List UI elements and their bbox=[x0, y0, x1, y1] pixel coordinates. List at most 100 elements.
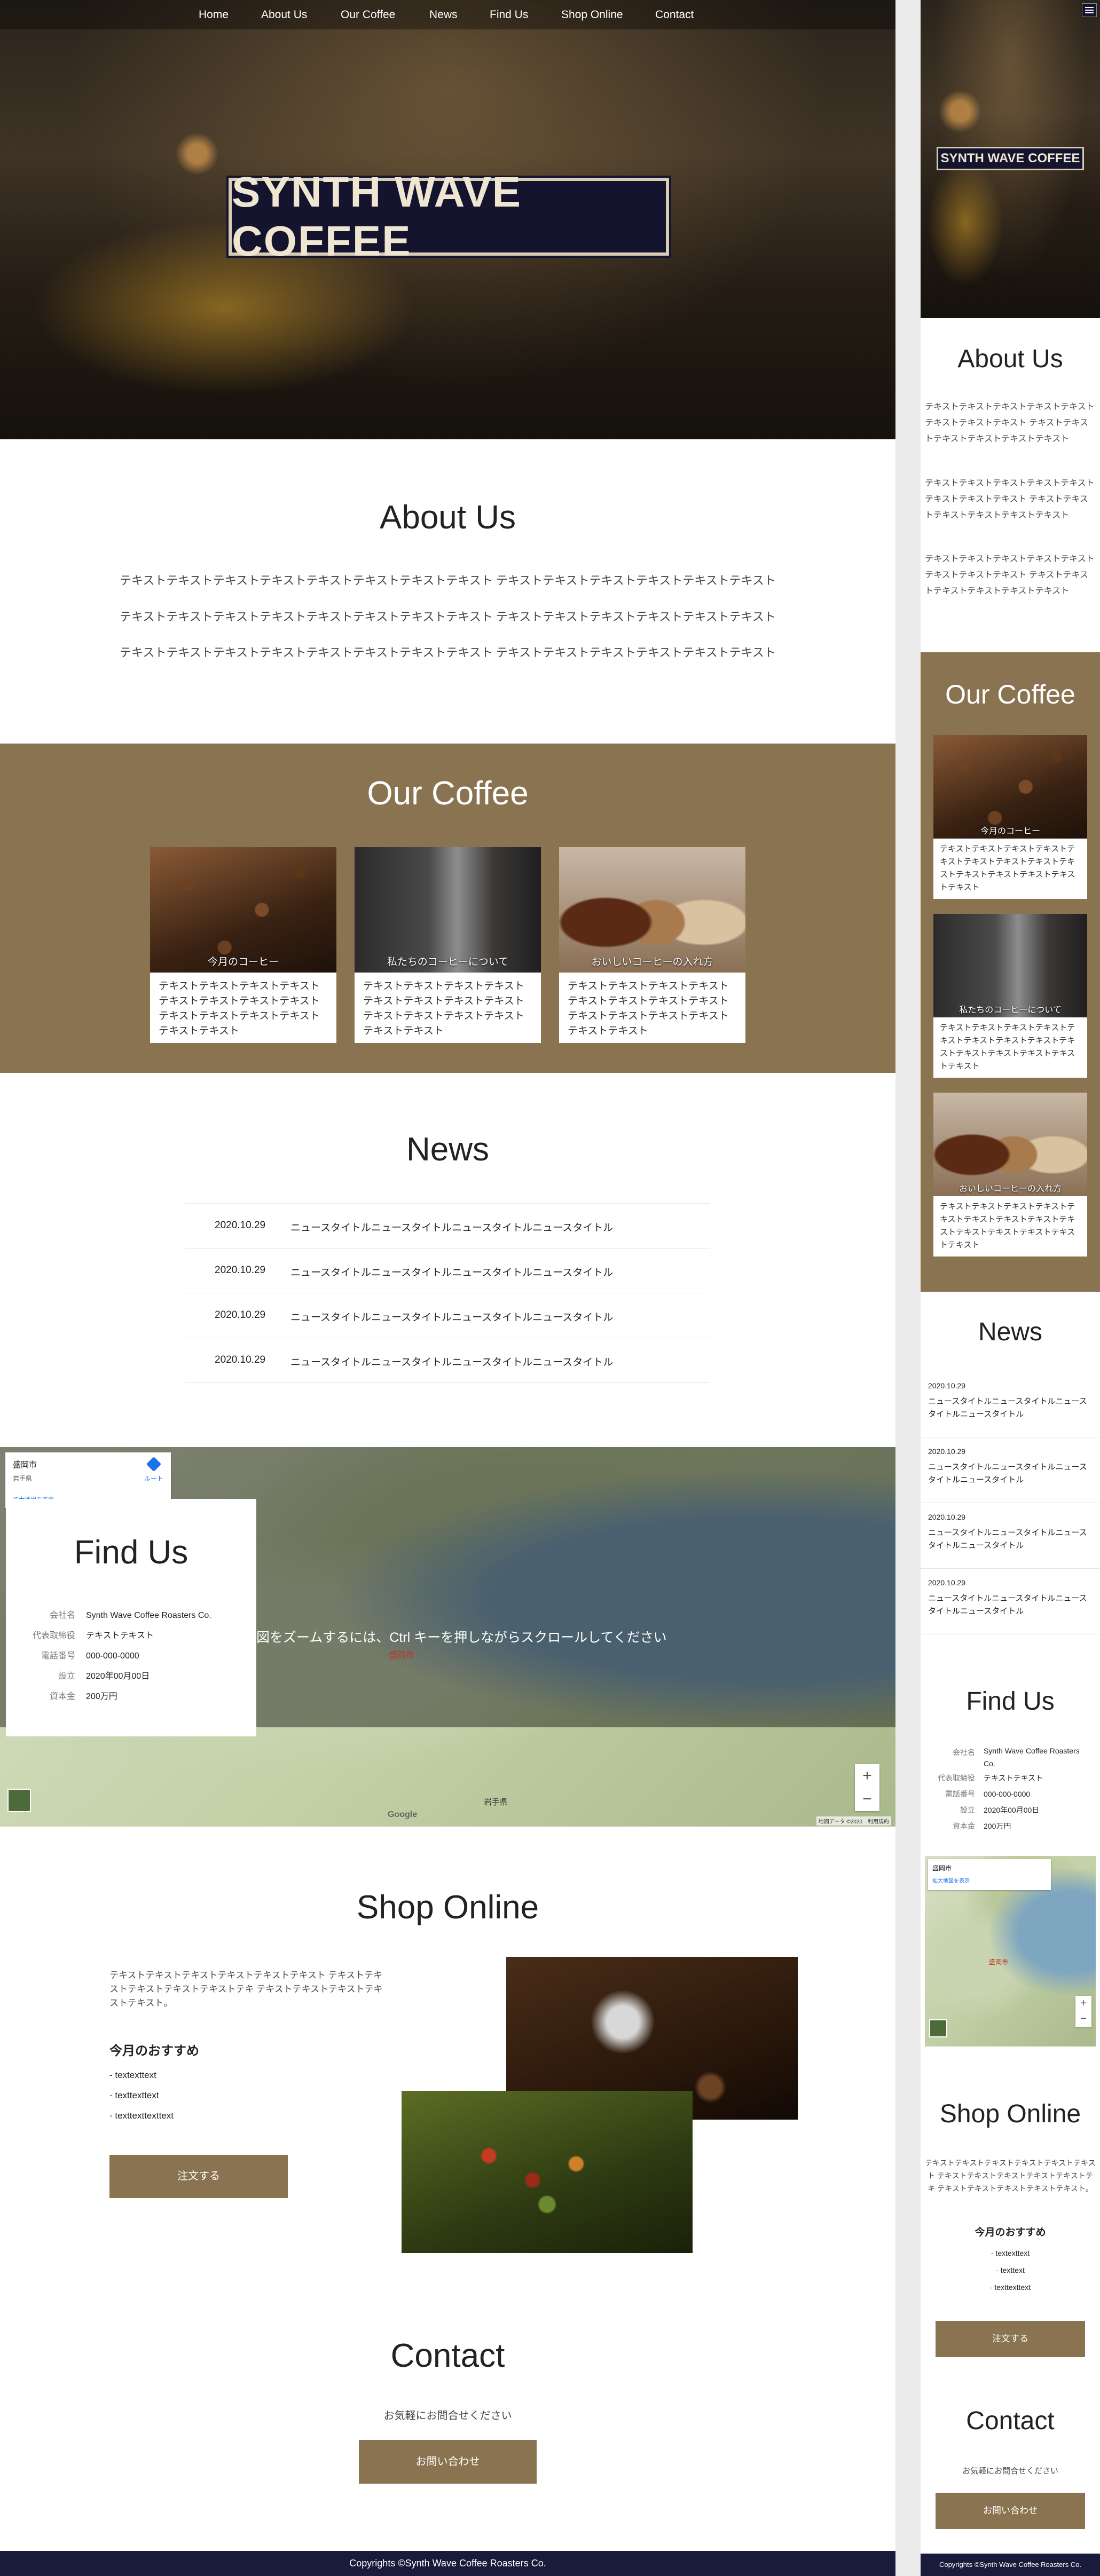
news-headline: ニュースタイトルニュースタイトルニュースタイトルニュースタイトル bbox=[290, 1312, 614, 1323]
coffee-card[interactable]: 私たちのコーヒーについて テキストテキストテキストテキストテキストテキストテキス… bbox=[933, 914, 1087, 1078]
recommend-title: 今月のおすすめ bbox=[975, 2227, 1046, 2238]
card-caption: 私たちのコーヒーについて bbox=[387, 957, 509, 968]
map-city-label: 盛岡市 bbox=[989, 1958, 1009, 1966]
contact-text: お気軽にお問合せください bbox=[962, 2467, 1058, 2476]
hamburger-icon[interactable] bbox=[1082, 3, 1097, 17]
copyright: Copyrights ©Synth Wave Coffee Roasters C… bbox=[349, 2558, 546, 2569]
news-list: 2020.10.29 ニュースタイトルニュースタイトルニュースタイトルニュースタ… bbox=[185, 1203, 710, 1383]
about-paragraph: テキストテキストテキストテキストテキストテキストテキストテキスト テキストテキス… bbox=[120, 574, 776, 587]
coffee-section: Our Coffee 今月のコーヒー テキストテキストテキストテキストテキストテ… bbox=[0, 744, 895, 1073]
hero-image: Home About Us Our Coffee News Find Us Sh… bbox=[0, 0, 895, 439]
news-item[interactable]: 2020.10.29 ニュースタイトルニュースタイトルニュースタイトルニュースタ… bbox=[185, 1204, 710, 1249]
map-route-link[interactable]: ルート bbox=[144, 1474, 163, 1483]
contact-title: Contact bbox=[966, 2407, 1055, 2435]
zoom-in-button[interactable]: + bbox=[855, 1764, 879, 1788]
map-satellite-toggle[interactable] bbox=[929, 2019, 947, 2037]
coffee-beans-photo: 今月のコーヒー bbox=[150, 847, 336, 973]
map-overlay-text: 地図をズームするには、Ctrl キーを押しながらスクロールしてください bbox=[243, 1630, 667, 1645]
footer: Copyrights ©Synth Wave Coffee Roasters C… bbox=[921, 2554, 1100, 2576]
info-label: 代表取締役 bbox=[32, 1631, 75, 1640]
news-item[interactable]: 2020.10.29 ニュースタイトルニュースタイトルニュースタイトルニュースタ… bbox=[921, 1569, 1100, 1634]
shop-title: Shop Online bbox=[939, 2100, 1081, 2128]
about-title: About Us bbox=[379, 499, 516, 536]
coffee-card[interactable]: 私たちのコーヒーについて テキストテキストテキストテキストテキストテキストテキス… bbox=[355, 847, 541, 1043]
nav-news[interactable]: News bbox=[429, 9, 458, 21]
order-button[interactable]: 注文する bbox=[109, 2155, 288, 2198]
news-headline: ニュースタイトルニュースタイトルニュースタイトルニュースタイトル bbox=[928, 1594, 1087, 1616]
mobile-view: SYNTH WAVE COFFEE About Us テキストテキストテキストテ… bbox=[921, 0, 1100, 2576]
nav-contact[interactable]: Contact bbox=[655, 9, 694, 21]
coffee-cups-photo: おいしいコーヒーの入れ方 bbox=[559, 847, 745, 973]
map-satellite-toggle[interactable] bbox=[7, 1789, 31, 1812]
zoom-out-button[interactable]: − bbox=[855, 1788, 879, 1811]
recommend-item: - texttext bbox=[996, 2266, 1025, 2274]
recommend-item: - texttexttexttext bbox=[109, 2111, 174, 2121]
nav-shop[interactable]: Shop Online bbox=[561, 9, 623, 21]
info-label: 設立 bbox=[960, 1806, 975, 1814]
coffee-title: Our Coffee bbox=[945, 679, 1075, 709]
contact-text: お気軽にお問合せください bbox=[383, 2410, 512, 2422]
about-title: About Us bbox=[957, 345, 1063, 373]
zoom-out-button[interactable]: − bbox=[1075, 2011, 1091, 2027]
order-button[interactable]: 注文する bbox=[936, 2321, 1085, 2357]
map-place-sub: 岩手県 bbox=[13, 1475, 33, 1482]
nav-home[interactable]: Home bbox=[199, 9, 229, 21]
card-text: テキストテキストテキストテキストテキストテキストテキストテキストテキストテキスト… bbox=[568, 981, 729, 1037]
hero-sign: SYNTH WAVE COFFEE bbox=[937, 147, 1084, 170]
info-value: テキストテキスト bbox=[984, 1774, 1043, 1782]
contact-button[interactable]: お問い合わせ bbox=[359, 2440, 537, 2484]
info-value: 200万円 bbox=[86, 1692, 117, 1701]
news-headline: ニュースタイトルニュースタイトルニュースタイトルニュースタイトル bbox=[928, 1528, 1087, 1550]
shop-text: テキストテキストテキストテキストテキストテキスト テキストテキストテキストテキス… bbox=[925, 2159, 1096, 2193]
info-value: Synth Wave Coffee Roasters Co. bbox=[984, 1747, 1080, 1768]
zoom-control: + − bbox=[855, 1764, 879, 1811]
news-date: 2020.10.29 bbox=[928, 1578, 966, 1587]
shop-title: Shop Online bbox=[356, 1889, 539, 1926]
coffee-card[interactable]: おいしいコーヒーの入れ方 テキストテキストテキストテキストテキストテキストテキス… bbox=[559, 847, 745, 1043]
info-value: 000-000-0000 bbox=[984, 1790, 1031, 1798]
about-paragraph: テキストテキストテキストテキストテキストテキストテキストテキスト テキストテキス… bbox=[925, 479, 1095, 520]
recommend-title: 今月のおすすめ bbox=[109, 2044, 199, 2058]
news-date: 2020.10.29 bbox=[928, 1513, 966, 1521]
card-caption: 私たちのコーヒーについて bbox=[959, 1006, 1062, 1015]
news-date: 2020.10.29 bbox=[928, 1447, 966, 1456]
news-item[interactable]: 2020.10.29 ニュースタイトルニュースタイトルニュースタイトルニュースタ… bbox=[921, 1372, 1100, 1437]
news-headline: ニュースタイトルニュースタイトルニュースタイトルニュースタイトル bbox=[928, 1463, 1087, 1484]
map-place-card: 盛岡市 拡大地図を表示 bbox=[928, 1859, 1051, 1890]
news-date: 2020.10.29 bbox=[215, 1309, 266, 1321]
news-item[interactable]: 2020.10.29 ニュースタイトルニュースタイトルニュースタイトルニュースタ… bbox=[185, 1293, 710, 1338]
findus-title: Find Us bbox=[74, 1534, 188, 1571]
desktop-view: Home About Us Our Coffee News Find Us Sh… bbox=[0, 0, 895, 2576]
info-value: 200万円 bbox=[984, 1822, 1011, 1830]
nav-findus[interactable]: Find Us bbox=[490, 9, 528, 21]
about-paragraph: テキストテキストテキストテキストテキストテキストテキストテキスト テキストテキス… bbox=[925, 555, 1095, 596]
news-item[interactable]: 2020.10.29 ニュースタイトルニュースタイトルニュースタイトルニュースタ… bbox=[921, 1503, 1100, 1569]
company-info: 会社名 Synth Wave Coffee Roasters Co. 代表取締役 テ… bbox=[19, 1606, 243, 1707]
nav-about[interactable]: About Us bbox=[261, 9, 307, 21]
info-label: 電話番号 bbox=[41, 1652, 75, 1661]
contact-button[interactable]: お問い合わせ bbox=[936, 2493, 1085, 2529]
coffee-section: Our Coffee 今月のコーヒー テキストテキストテキストテキストテキストテ… bbox=[921, 652, 1100, 1292]
coffee-card[interactable]: おいしいコーヒーの入れ方 テキストテキストテキストテキストテキストテキストテキス… bbox=[933, 1093, 1087, 1257]
card-caption: 今月のコーヒー bbox=[207, 957, 279, 968]
news-item[interactable]: 2020.10.29 ニュースタイトルニュースタイトルニュースタイトルニュースタ… bbox=[185, 1338, 710, 1383]
map-enlarge-link[interactable]: 拡大地図を表示 bbox=[932, 1876, 970, 1884]
info-value: 2020年00月00日 bbox=[984, 1806, 1040, 1814]
info-label: 会社名 bbox=[953, 1748, 975, 1757]
hero-title: SYNTH WAVE COFFEE bbox=[232, 168, 522, 265]
barista-photo: 私たちのコーヒーについて bbox=[933, 914, 1087, 1017]
about-paragraph: テキストテキストテキストテキストテキストテキストテキストテキスト テキストテキス… bbox=[925, 402, 1095, 444]
news-item[interactable]: 2020.10.29 ニュースタイトルニュースタイトルニュースタイトルニュースタ… bbox=[921, 1437, 1100, 1503]
directions-icon[interactable] bbox=[146, 1456, 162, 1472]
google-map[interactable]: 盛岡市 拡大地図を表示 盛岡市 + − bbox=[925, 1856, 1096, 2046]
card-text: テキストテキストテキストテキストテキストテキストテキストテキストテキストテキスト… bbox=[940, 844, 1075, 892]
info-value: Synth Wave Coffee Roasters Co. bbox=[86, 1611, 211, 1620]
card-caption: 今月のコーヒー bbox=[980, 827, 1040, 836]
news-item[interactable]: 2020.10.29 ニュースタイトルニュースタイトルニュースタイトルニュースタ… bbox=[185, 1249, 710, 1293]
coffee-card[interactable]: 今月のコーヒー テキストテキストテキストテキストテキストテキストテキストテキスト… bbox=[150, 847, 336, 1043]
coffee-card[interactable]: 今月のコーヒー テキストテキストテキストテキストテキストテキストテキストテキスト… bbox=[933, 735, 1087, 899]
zoom-in-button[interactable]: + bbox=[1075, 1996, 1091, 2011]
hero-image: SYNTH WAVE COFFEE bbox=[921, 0, 1100, 318]
about-paragraph: テキストテキストテキストテキストテキストテキストテキストテキスト テキストテキス… bbox=[120, 610, 776, 623]
nav-coffee[interactable]: Our Coffee bbox=[341, 9, 395, 21]
